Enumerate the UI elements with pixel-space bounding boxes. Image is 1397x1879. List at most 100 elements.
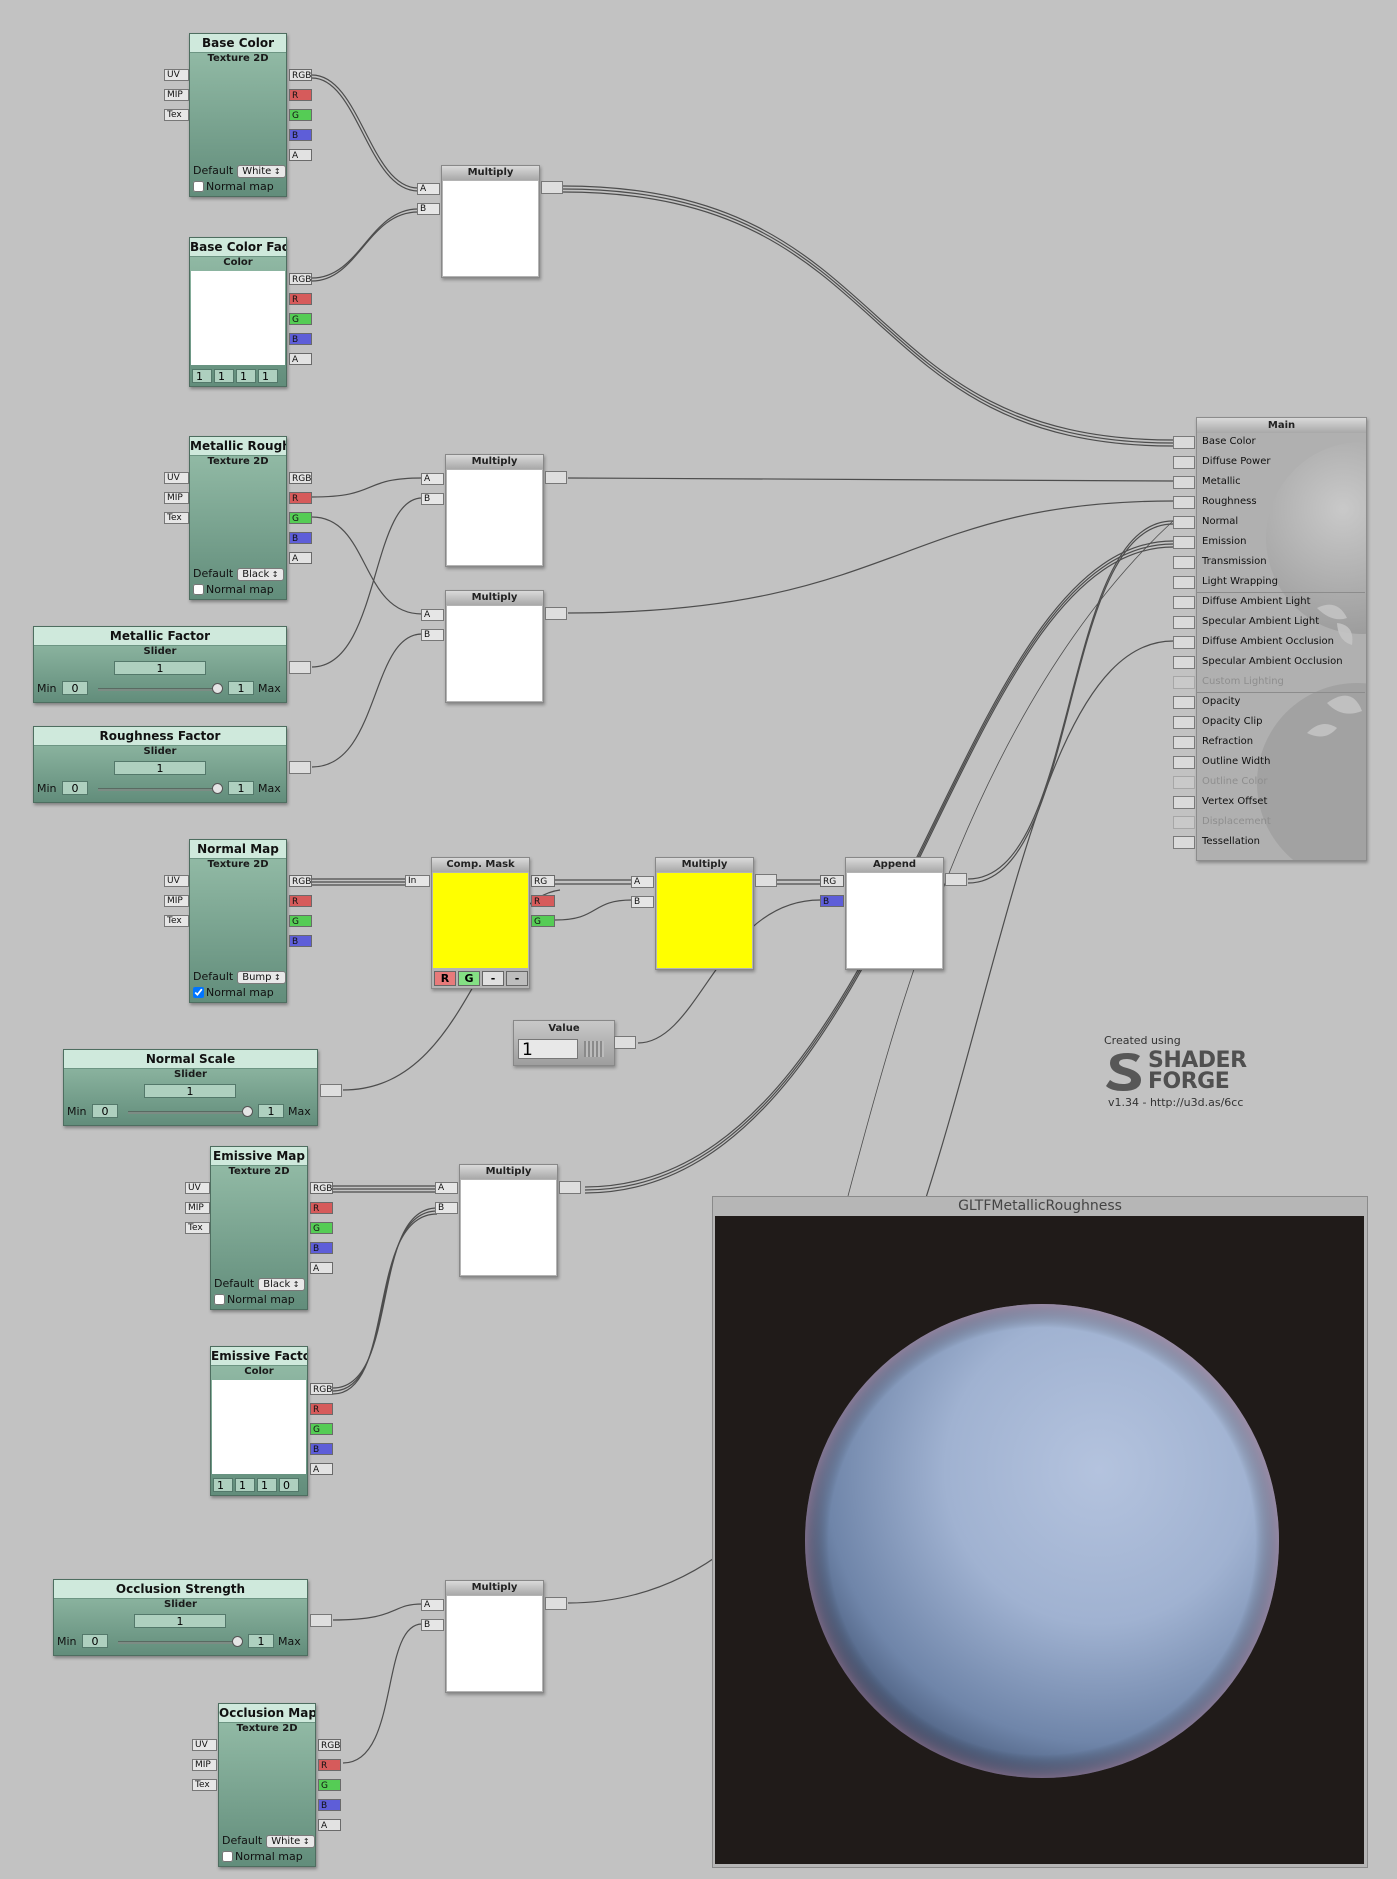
slider-track[interactable] — [98, 788, 221, 791]
main-input-port[interactable] — [1173, 776, 1195, 789]
base-color-texture-node[interactable]: Base Color Texture 2D DefaultWhite Norma… — [189, 33, 287, 197]
main-input-port[interactable] — [1173, 436, 1195, 449]
default-select[interactable]: Bump — [237, 971, 286, 984]
append-node[interactable]: Append — [845, 857, 944, 970]
value-field[interactable]: 0 — [279, 1478, 299, 1492]
main-input-port[interactable] — [1173, 716, 1195, 729]
mip-input[interactable]: MIP — [164, 89, 189, 101]
slider-value[interactable]: 1 — [114, 761, 206, 775]
r-output[interactable]: R — [289, 89, 312, 101]
g-output[interactable]: G — [289, 915, 312, 927]
append-output[interactable] — [945, 873, 967, 886]
r-output[interactable]: R — [289, 293, 312, 305]
main-input-port[interactable] — [1173, 736, 1195, 749]
r-output[interactable]: R — [310, 1403, 333, 1415]
slider-value[interactable]: 1 — [144, 1084, 236, 1098]
base-color-factor-node[interactable]: Base Color Factor Color 1 1 1 1 — [189, 237, 287, 387]
normal-scale-slider-node[interactable]: Normal Scale Slider 1 Min 0 1 Max — [63, 1049, 318, 1126]
a-input[interactable]: A — [421, 473, 444, 485]
grid-icon[interactable] — [584, 1041, 604, 1057]
normal-map-checkbox[interactable] — [222, 1851, 233, 1862]
value-field[interactable]: 1 — [214, 369, 234, 383]
slider-knob[interactable] — [242, 1106, 253, 1117]
rg-output[interactable]: RG — [531, 875, 555, 887]
main-input-port[interactable] — [1173, 796, 1195, 809]
metallic-roughness-texture-node[interactable]: Metallic Roughness Texture 2D DefaultBla… — [189, 436, 287, 600]
rgb-output[interactable]: RGB — [310, 1182, 333, 1194]
r-output[interactable]: R — [289, 895, 312, 907]
slider-knob[interactable] — [232, 1636, 243, 1647]
g-output[interactable]: G — [289, 512, 312, 524]
value-field[interactable]: 1 — [236, 369, 256, 383]
normal-map-toggle[interactable]: Normal map — [193, 180, 274, 193]
main-input-port[interactable] — [1173, 756, 1195, 769]
mip-input[interactable]: MIP — [164, 895, 189, 907]
mip-input[interactable]: MIP — [164, 492, 189, 504]
g-output[interactable]: G — [289, 313, 312, 325]
rgb-output[interactable]: RGB — [289, 69, 312, 81]
main-input-port[interactable] — [1173, 596, 1195, 609]
emissive-map-texture-node[interactable]: Emissive Map Texture 2D DefaultBlack Nor… — [210, 1146, 308, 1310]
b-output[interactable]: B — [289, 129, 312, 141]
g-output[interactable]: G — [310, 1423, 333, 1435]
b-output[interactable]: B — [318, 1799, 341, 1811]
b-output[interactable]: B — [289, 532, 312, 544]
g-output[interactable]: G — [531, 915, 555, 927]
value-field[interactable]: 1 — [213, 1478, 233, 1492]
uv-input[interactable]: UV — [164, 875, 189, 887]
max-field[interactable]: 1 — [228, 681, 254, 695]
r-output[interactable]: R — [531, 895, 555, 907]
main-input-port[interactable] — [1173, 676, 1195, 689]
rg-input[interactable]: RG — [820, 875, 844, 887]
main-input-port[interactable] — [1173, 836, 1195, 849]
main-input-port[interactable] — [1173, 476, 1195, 489]
a-output[interactable]: A — [289, 149, 312, 161]
a-output[interactable]: A — [318, 1819, 341, 1831]
multiply-node-3[interactable]: Multiply — [445, 590, 544, 703]
normal-map-checkbox[interactable] — [214, 1294, 225, 1305]
slider-value[interactable]: 1 — [134, 1614, 226, 1628]
in-input[interactable]: In — [405, 875, 430, 887]
main-input-port[interactable] — [1173, 556, 1195, 569]
b-input[interactable]: B — [421, 629, 444, 641]
a-input[interactable]: A — [421, 609, 444, 621]
multiply-output[interactable] — [545, 607, 567, 620]
uv-input[interactable]: UV — [192, 1739, 217, 1751]
min-field[interactable]: 0 — [62, 781, 88, 795]
normal-map-toggle[interactable]: Normal map — [214, 1293, 295, 1306]
normal-map-toggle[interactable]: Normal map — [193, 583, 274, 596]
max-field[interactable]: 1 — [228, 781, 254, 795]
g-output[interactable]: G — [289, 109, 312, 121]
b-output[interactable]: B — [310, 1443, 333, 1455]
occlusion-map-texture-node[interactable]: Occlusion Map Texture 2D DefaultWhite No… — [218, 1703, 316, 1867]
channel-g-button[interactable]: G — [458, 971, 480, 986]
main-input-port[interactable] — [1173, 456, 1195, 469]
emissive-factor-node[interactable]: Emissive Factor Color 1 1 1 0 — [210, 1346, 308, 1496]
value-field[interactable]: 1 — [258, 369, 278, 383]
tex-input[interactable]: Tex — [185, 1222, 210, 1234]
main-input-port[interactable] — [1173, 636, 1195, 649]
min-field[interactable]: 0 — [82, 1634, 108, 1648]
value-field[interactable]: 1 — [192, 369, 212, 383]
value-field[interactable]: 1 — [518, 1039, 578, 1060]
uv-input[interactable]: UV — [164, 472, 189, 484]
main-input-port[interactable] — [1173, 616, 1195, 629]
multiply-node-5[interactable]: Multiply — [459, 1164, 558, 1277]
g-output[interactable]: G — [310, 1222, 333, 1234]
main-input-port[interactable] — [1173, 656, 1195, 669]
a-output[interactable]: A — [289, 353, 312, 365]
b-input[interactable]: B — [421, 493, 444, 505]
tex-input[interactable]: Tex — [164, 512, 189, 524]
roughness-factor-slider-node[interactable]: Roughness Factor Slider 1 Min 0 1 Max — [33, 726, 287, 803]
channel-4-button[interactable]: - — [506, 971, 528, 986]
min-field[interactable]: 0 — [92, 1104, 118, 1118]
g-output[interactable]: G — [318, 1779, 341, 1791]
main-input-port[interactable] — [1173, 576, 1195, 589]
slider-track[interactable] — [128, 1111, 251, 1114]
tex-input[interactable]: Tex — [164, 915, 189, 927]
r-output[interactable]: R — [310, 1202, 333, 1214]
value-field[interactable]: 1 — [257, 1478, 277, 1492]
uv-input[interactable]: UV — [185, 1182, 210, 1194]
normal-map-toggle[interactable]: Normal map — [193, 986, 274, 999]
slider-output[interactable] — [289, 661, 311, 674]
